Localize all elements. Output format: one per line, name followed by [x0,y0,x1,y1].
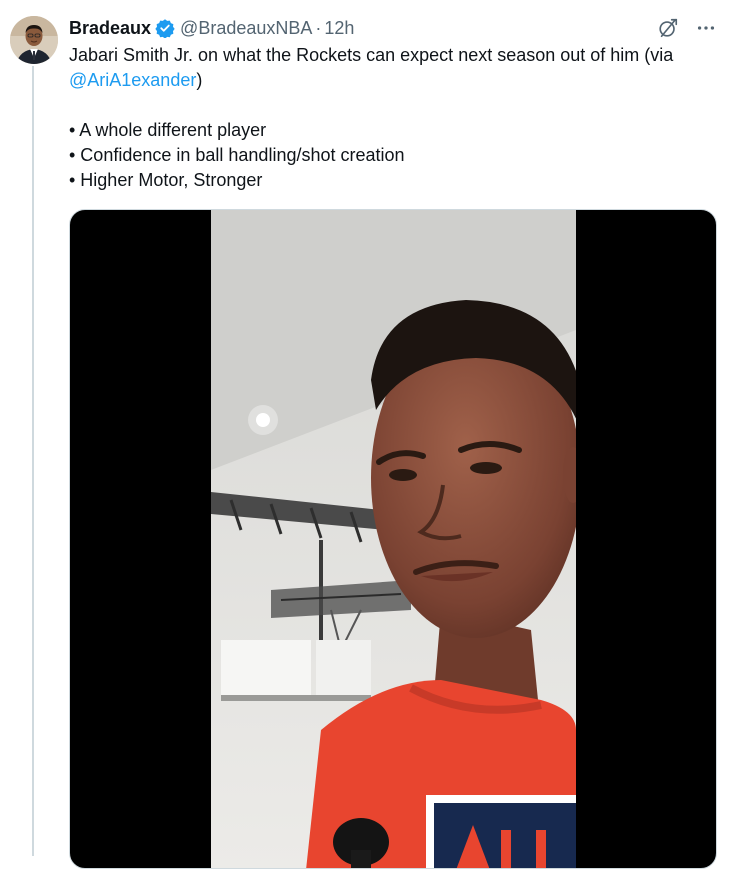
author-name[interactable]: Bradeaux [69,15,151,41]
author-handle[interactable]: @BradeauxNBA [180,15,312,41]
timestamp[interactable]: 12h [324,15,354,41]
avatar[interactable] [10,16,58,64]
video-player[interactable] [69,209,717,869]
verified-badge-icon[interactable] [155,18,175,38]
more-icon[interactable] [694,15,718,41]
tweet-text: Jabari Smith Jr. on what the Rockets can… [69,43,719,193]
tweet[interactable]: Bradeaux @BradeauxNBA · 12h Jabari Smith… [0,0,730,869]
grok-icon[interactable] [656,15,680,41]
bullet-item: • Confidence in ball handling/shot creat… [69,145,405,165]
bullet-item: • Higher Motor, Stronger [69,170,263,190]
separator-dot: · [315,18,322,38]
thread-line [32,66,34,856]
tweet-text-line: Jabari Smith Jr. on what the Rockets can… [69,43,719,68]
header-actions [656,15,718,41]
bullet-item: • A whole different player [69,120,267,140]
text-line-1: Jabari Smith Jr. on what the Rockets can… [69,45,674,65]
video-frame[interactable] [211,210,576,868]
tweet-header: Bradeaux @BradeauxNBA · 12h [69,15,718,41]
mention-close: ) [196,70,203,90]
mention-link[interactable]: @AriA1exander [69,70,196,90]
tweet-text-line: @AriA1exander) [69,68,719,93]
